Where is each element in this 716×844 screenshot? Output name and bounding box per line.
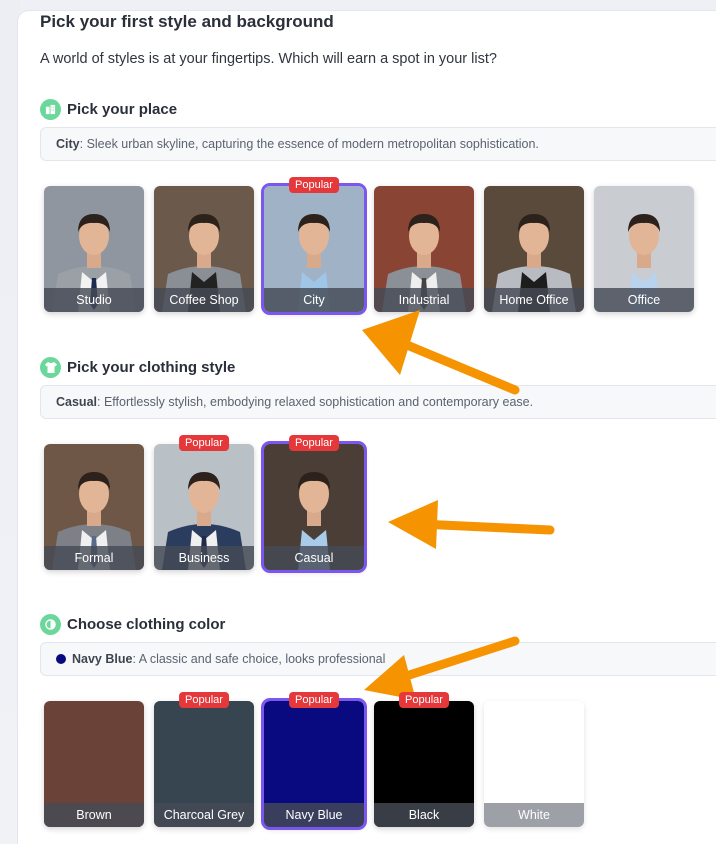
annotation-arrows (362, 310, 555, 700)
arrow-place-icon (362, 310, 520, 395)
popular-badge: Popular (399, 692, 449, 708)
popular-badge: Popular (289, 435, 339, 451)
popular-badge: Popular (289, 692, 339, 708)
arrow-clothing-icon (388, 500, 555, 549)
popular-badge: Popular (179, 692, 229, 708)
popular-badge: Popular (289, 177, 339, 193)
popular-badge: Popular (179, 435, 229, 451)
